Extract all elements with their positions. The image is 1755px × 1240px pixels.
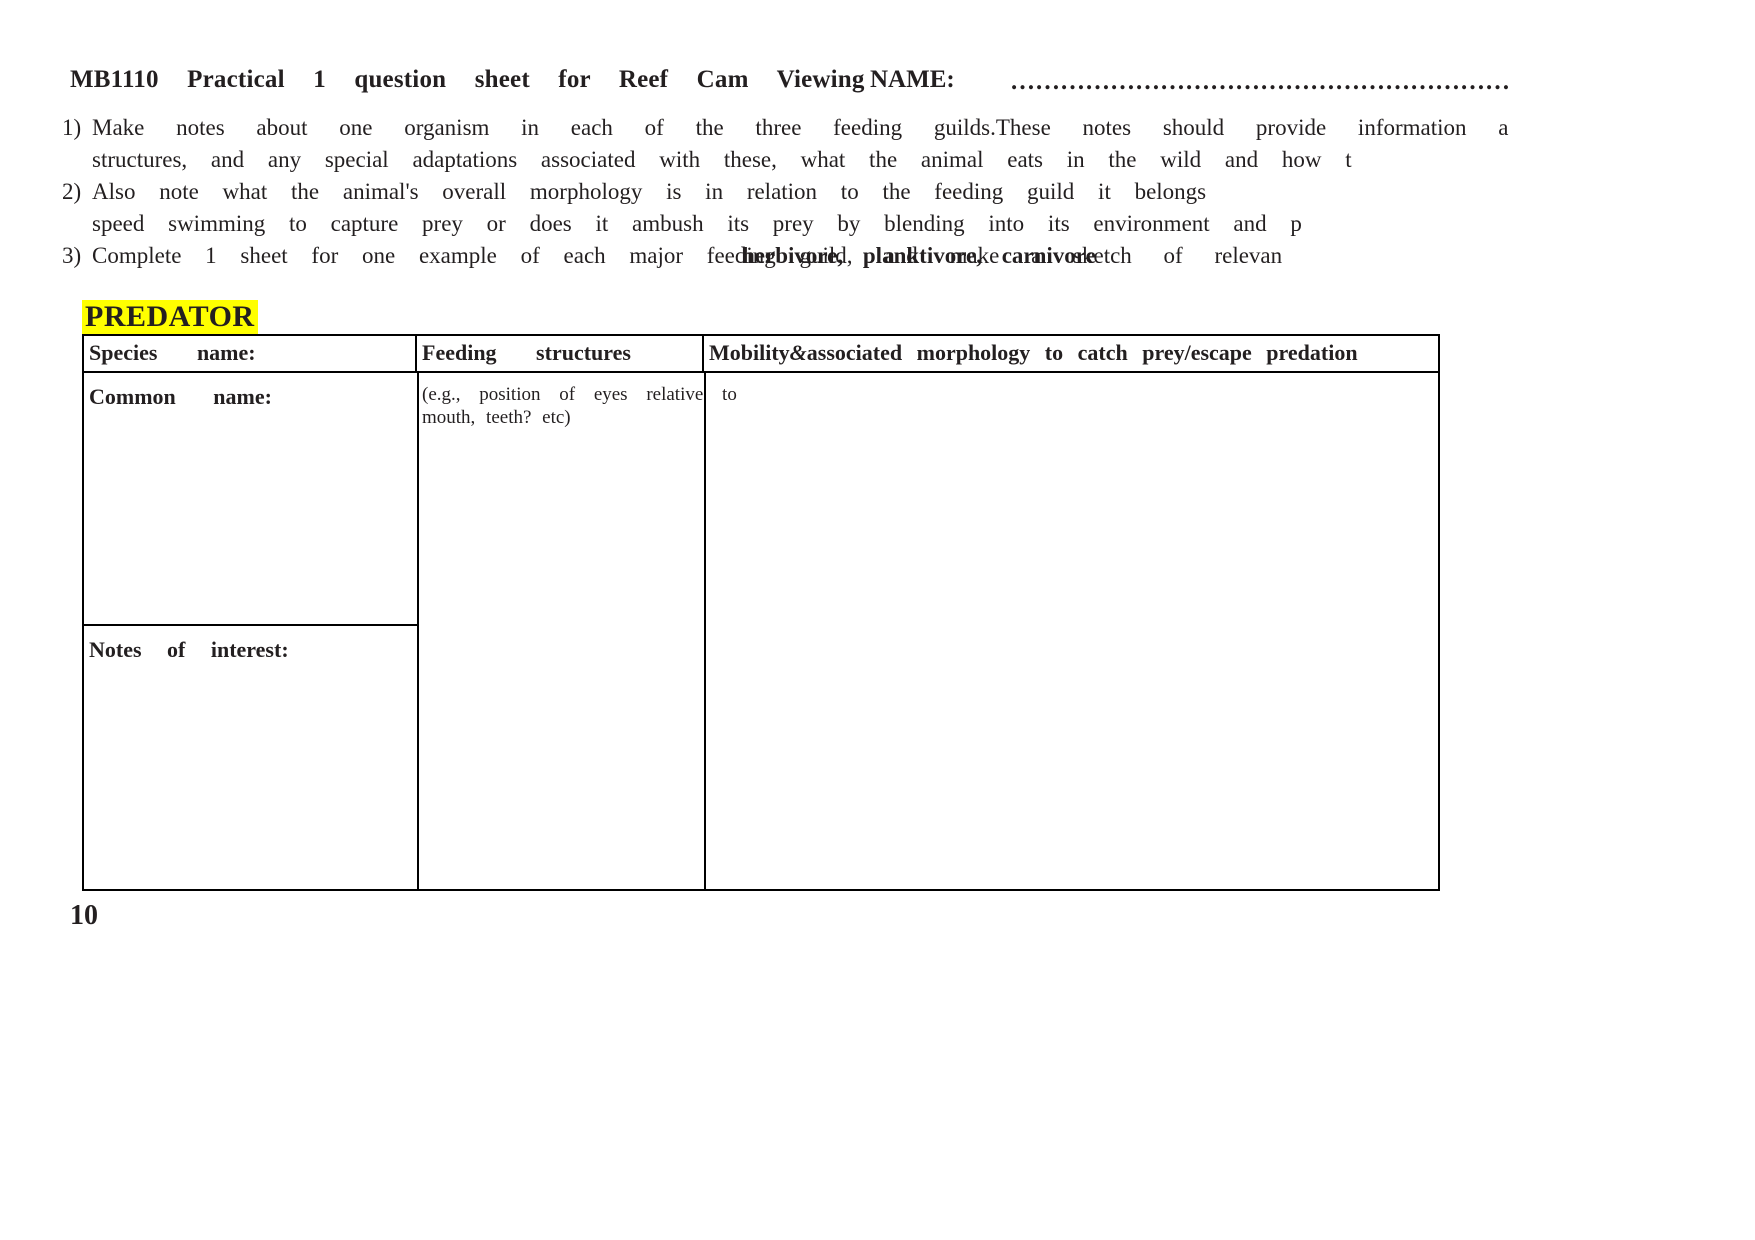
instruction-number-1: 1) (62, 115, 82, 140)
table-header-mobility: Mobility&associated morphology to catch … (704, 336, 1442, 373)
instruction-line-2: structures, and any special adaptations … (62, 144, 1755, 176)
table-header-mobility-part2: associated morphology to catch prey/esca… (806, 340, 1358, 365)
section-heading-predator: PREDATOR (82, 300, 258, 335)
name-field-blank: …………………………………………………… (1010, 68, 1510, 95)
feeding-guild-terms: herbivore, planktivore, carnivore (742, 243, 1096, 268)
document-title-row: MB1110 Practical 1 question sheet for Re… (70, 66, 1750, 100)
instruction-number-3: 3) (62, 243, 82, 268)
table-cell-mobility[interactable] (704, 373, 1442, 891)
feeding-hint-line-1: (e.g., position of eyes relative to (422, 384, 737, 405)
instruction-line-4-text: speed swimming to capture prey or does i… (92, 211, 1302, 236)
document-page: MB1110 Practical 1 question sheet for Re… (0, 0, 1755, 1240)
instruction-line-1-text-b: These notes should provide information a (995, 115, 1509, 140)
instruction-line-4: speed swimming to capture prey or does i… (62, 208, 1755, 240)
page-title: MB1110 Practical 1 question sheet for Re… (70, 66, 865, 93)
instruction-line-5-base: Complete 1 sheet for one example of each… (92, 243, 853, 268)
instruction-number-2: 2) (62, 179, 82, 204)
table-header-mobility-part1: Mobility (709, 340, 790, 365)
instruction-line-1: 1) Make notes about one organism in each … (62, 112, 1755, 144)
table-header-feeding-structures: Feeding structures (417, 336, 704, 373)
predator-worksheet-table: Species name: Feeding structures Mobilit… (82, 334, 1440, 891)
table-header-species-name: Species name: (84, 336, 417, 373)
instruction-line-5: 3) Complete 1 sheet for one example of ea… (62, 240, 1755, 272)
instruction-line-3: 2) Also note what the animal's overall mo… (62, 176, 1755, 208)
ampersand-glyph: & (789, 340, 807, 365)
instruction-line-5-overlap: Complete 1 sheet for one example of each… (92, 240, 1096, 272)
instruction-line-2-text: structures, and any special adaptations … (92, 147, 1352, 172)
table-cell-notes-of-interest[interactable]: Notes of interest: (84, 626, 417, 891)
page-number: 10 (70, 900, 98, 931)
table-cell-common-name[interactable]: Common name: (84, 373, 417, 624)
feeding-hint-line-2: mouth, teeth? etc) (422, 407, 571, 428)
instruction-line-1-text-a: Make notes about one organism in each of… (92, 115, 996, 140)
name-field-label: NAME: (870, 66, 955, 93)
instructions-block: 1) Make notes about one organism in each … (62, 112, 1755, 272)
instruction-line-3-text: Also note what the animal's overall morp… (92, 179, 1207, 204)
table-header-row: Species name: Feeding structures Mobilit… (84, 336, 1438, 373)
table-cell-feeding-structures[interactable]: (e.g., position of eyes relative to mout… (417, 373, 737, 891)
